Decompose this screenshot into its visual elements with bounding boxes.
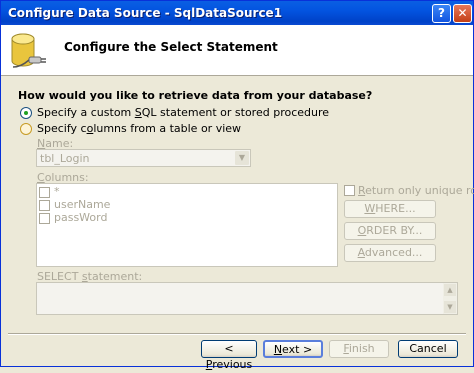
- unique-rows-label: Return only unique rows: [358, 184, 474, 197]
- select-statement-textarea[interactable]: ▲ ▼: [36, 282, 458, 315]
- scroll-up-icon[interactable]: ▲: [444, 284, 456, 296]
- column-label-star: *: [54, 185, 60, 198]
- columns-from-table-label[interactable]: Specify columns from a table or view: [37, 122, 241, 135]
- unique-rows-checkbox[interactable]: [344, 185, 355, 196]
- finish-button[interactable]: Finish: [329, 340, 389, 358]
- wizard-header: Configure the Select Statement: [1, 25, 473, 76]
- table-name-value: tbl_Login: [40, 152, 90, 165]
- columns-from-table-radio[interactable]: [20, 123, 32, 135]
- page-title: Configure the Select Statement: [64, 40, 278, 54]
- title-bar[interactable]: Configure Data Source - SqlDataSource1 ?…: [1, 1, 473, 25]
- cancel-button[interactable]: Cancel: [398, 340, 458, 358]
- custom-sql-radio[interactable]: [20, 107, 32, 119]
- window-title: Configure Data Source - SqlDataSource1: [8, 6, 283, 20]
- scroll-down-icon[interactable]: ▼: [444, 301, 456, 313]
- configure-data-source-dialog: Configure Data Source - SqlDataSource1 ?…: [0, 0, 474, 371]
- order-by-button[interactable]: ORDER BY...: [344, 222, 436, 240]
- where-button[interactable]: WHERE...: [344, 200, 436, 218]
- custom-sql-label[interactable]: Specify a custom SQL statement or stored…: [37, 106, 329, 119]
- previous-button[interactable]: < Previous: [201, 340, 257, 371]
- columns-list[interactable]: * userName passWord: [36, 183, 338, 267]
- column-checkbox-star[interactable]: [39, 187, 50, 198]
- table-name-dropdown[interactable]: tbl_Login ▼: [36, 149, 251, 167]
- advanced-button[interactable]: Advanced...: [344, 244, 436, 262]
- retrieve-question-label: How would you like to retrieve data from…: [18, 89, 373, 102]
- database-icon: [11, 33, 46, 68]
- vertical-scrollbar[interactable]: ▲ ▼: [443, 283, 457, 314]
- column-checkbox-username[interactable]: [39, 200, 50, 211]
- column-label-password: passWord: [54, 211, 108, 224]
- chevron-down-icon[interactable]: ▼: [235, 151, 249, 165]
- footer-divider: [8, 333, 466, 335]
- column-checkbox-password[interactable]: [39, 213, 50, 224]
- close-button[interactable]: ✕: [453, 4, 472, 23]
- column-label-username: userName: [54, 198, 111, 211]
- next-button[interactable]: Next >: [263, 340, 323, 358]
- help-button[interactable]: ?: [432, 4, 451, 23]
